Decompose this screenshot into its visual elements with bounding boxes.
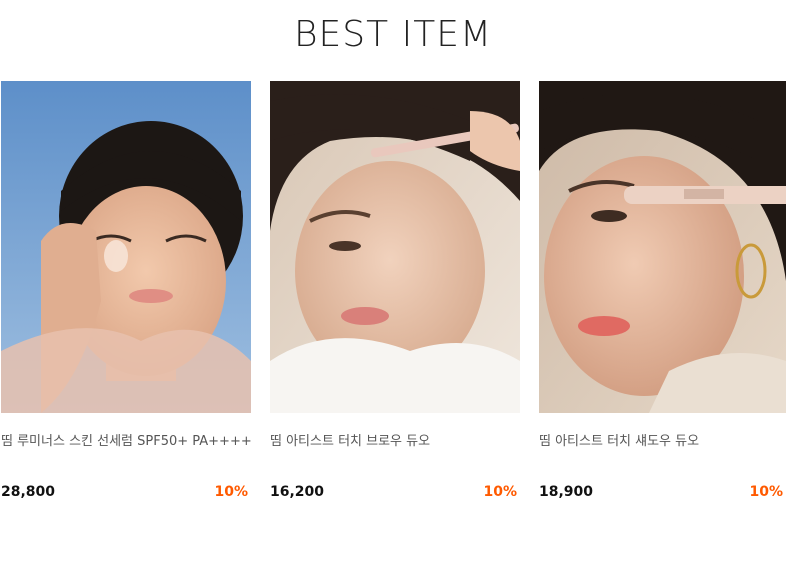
product-image[interactable]	[1, 81, 251, 413]
product-price: 28,800	[1, 484, 56, 500]
model-photo-icon	[539, 81, 786, 413]
product-name[interactable]: 띰 루미너스 스킨 선세럼 SPF50+ PA++++	[1, 430, 251, 449]
product-image[interactable]	[539, 81, 786, 413]
section-title: BEST ITEM	[293, 14, 493, 55]
discount-badge: 10%	[214, 484, 248, 500]
product-name[interactable]: 띰 아티스트 터치 브로우 듀오	[270, 430, 520, 449]
product-card-shadow-duo[interactable]: 띰 아티스트 터치 섀도우 듀오 18,900 10%	[539, 81, 786, 511]
product-price: 16,200	[270, 484, 325, 500]
discount-badge: 10%	[749, 484, 783, 500]
product-grid: 띰 루미너스 스킨 선세럼 SPF50+ PA++++ 28,800 10% 띰…	[0, 81, 786, 521]
model-photo-icon	[1, 81, 251, 413]
product-image[interactable]	[270, 81, 520, 413]
product-card-brow-duo[interactable]: 띰 아티스트 터치 브로우 듀오 16,200 10%	[270, 81, 520, 511]
product-card-sun-serum[interactable]: 띰 루미너스 스킨 선세럼 SPF50+ PA++++ 28,800 10%	[1, 81, 251, 511]
discount-badge: 10%	[483, 484, 517, 500]
product-price: 18,900	[539, 484, 594, 500]
product-name[interactable]: 띰 아티스트 터치 섀도우 듀오	[539, 430, 786, 449]
model-photo-icon	[270, 81, 520, 413]
